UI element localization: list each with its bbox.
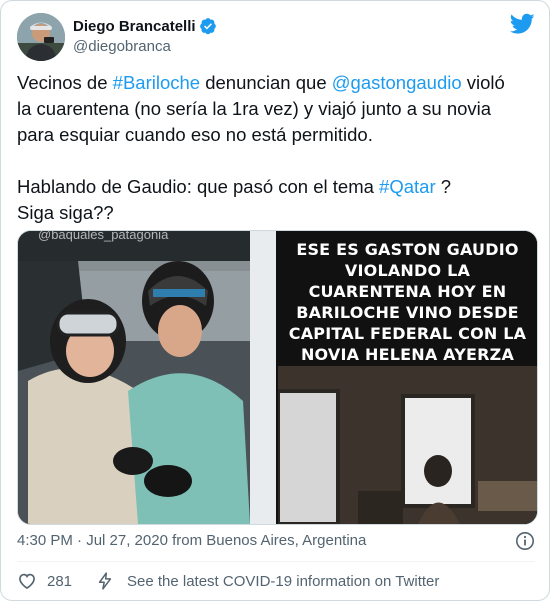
tweet-text-line: Vecinos de #Bariloche denuncian que @gas… — [17, 70, 537, 96]
tweet-meta: 4:30 PM · Jul 27, 2020 from Buenos Aires… — [17, 531, 535, 551]
like-button[interactable]: 281 — [17, 570, 72, 592]
story-overlay-text: ESE ES GASTON GAUDIO VIOLANDO LA CUARENT… — [278, 239, 537, 365]
mention-gastongaudio-link[interactable]: @gastongaudio — [332, 72, 462, 93]
media-grid[interactable]: @baquales_patagonia ESE ES GASTON GAUDIO… — [17, 230, 538, 525]
display-name-row: Diego Brancatelli — [73, 16, 217, 36]
covid-info-text: See the latest COVID-19 information on T… — [127, 573, 440, 590]
tweet-actions: 281 See the latest COVID-19 information … — [17, 570, 535, 592]
text-segment: ? — [435, 176, 452, 197]
tweet-text: Vecinos de #Bariloche denuncian que @gas… — [17, 70, 537, 226]
tweet-text-line: Hablando de Gaudio: que pasó con el tema… — [17, 174, 537, 200]
hashtag-bariloche-link[interactable]: #Bariloche — [113, 72, 200, 93]
tweet-card[interactable]: Diego Brancatelli @diegobranca Vecinos d… — [0, 0, 550, 601]
text-segment: violó — [461, 72, 505, 93]
tweet-text-line: para esquiar cuando eso no está permitid… — [17, 124, 373, 145]
story-watermark: @baquales_patagonia — [38, 230, 169, 242]
verified-badge-icon — [199, 17, 217, 35]
covid-info-link[interactable]: See the latest COVID-19 information on T… — [95, 570, 439, 592]
overlay-line: CAPITAL FEDERAL CON LA — [288, 324, 527, 343]
info-icon[interactable] — [515, 531, 535, 551]
heart-icon — [17, 571, 37, 591]
divider — [17, 561, 535, 562]
author-names: Diego Brancatelli @diegobranca — [73, 16, 217, 55]
overlay-line: VIOLANDO LA — [344, 261, 471, 280]
tweet-text-line: Siga siga?? — [17, 202, 114, 223]
overlay-line: ESE ES GASTON GAUDIO — [296, 240, 519, 259]
photo-cabin-story[interactable]: ESE ES GASTON GAUDIO VIOLANDO LA CUARENT… — [278, 231, 537, 524]
twitter-bird-icon[interactable] — [509, 13, 535, 35]
text-segment: denuncian que — [200, 72, 332, 93]
like-count: 281 — [47, 573, 73, 590]
tweet-text-line: la cuarentena (no sería la 1ra vez) y vi… — [17, 98, 492, 119]
text-segment: Vecinos de — [17, 72, 113, 93]
overlay-line: NOVIA HELENA AYERZA — [300, 345, 515, 364]
avatar[interactable] — [17, 13, 65, 61]
overlay-line: CUARENTENA HOY EN — [308, 282, 507, 301]
text-segment: Hablando de Gaudio: que pasó con el tema — [17, 176, 380, 197]
tweet-header: Diego Brancatelli @diegobranca — [17, 13, 535, 61]
lightning-bolt-icon — [95, 571, 115, 591]
tweet-timestamp[interactable]: 4:30 PM · Jul 27, 2020 from Buenos Aires… — [17, 532, 366, 549]
overlay-line: BARILOCHE VINO DESDE — [296, 303, 519, 322]
display-name[interactable]: Diego Brancatelli — [73, 18, 196, 35]
photo-couple-skiing[interactable]: @baquales_patagonia — [18, 231, 276, 524]
hashtag-qatar-link[interactable]: #Qatar — [379, 176, 436, 197]
author-handle[interactable]: @diegobranca — [73, 38, 217, 55]
